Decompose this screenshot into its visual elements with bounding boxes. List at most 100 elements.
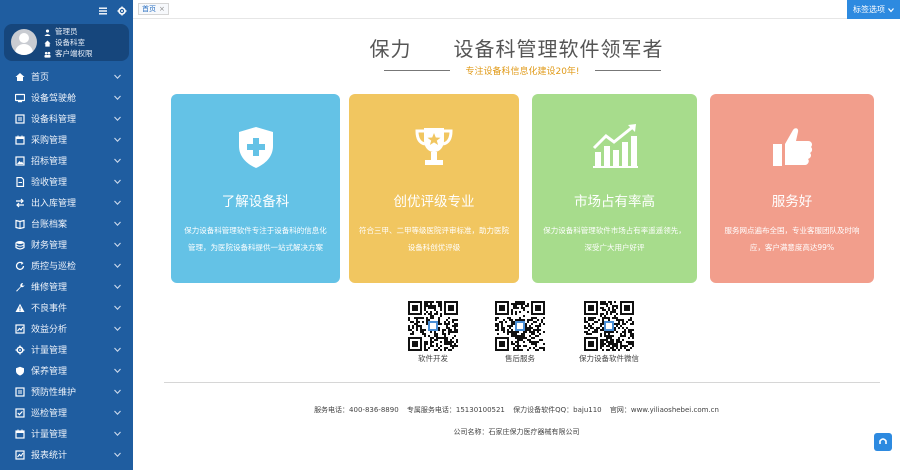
card-description: 符合三甲、二甲等级医院评审标准，助力医院设备科创优评级 xyxy=(359,226,509,252)
sidebar: 管理员 设备科室 客户端权限 首页设备驾驶舱设备科管理采购管理招标管理验收管理出… xyxy=(0,0,133,470)
chevron-down-icon xyxy=(114,368,121,374)
sidebar-item[interactable]: 报表统计 xyxy=(0,444,133,465)
qr-label: 售后服务 xyxy=(505,354,535,363)
sidebar-item-label: 维修管理 xyxy=(31,283,68,293)
sidebar-item[interactable]: 设备科管理 xyxy=(0,108,133,129)
sidebar-item-label: 设备驾驶舱 xyxy=(31,94,77,104)
sidebar-item[interactable]: 维修管理 xyxy=(0,276,133,297)
card-description: 保力设备科管理软件市场占有率遥遥领先，深受广大用户好评 xyxy=(543,226,686,252)
card-rating[interactable]: 创优评级专业 符合三甲、二甲等级医院评审标准，助力医院设备科创优评级 xyxy=(349,94,519,283)
sidebar-item-label: 效益分析 xyxy=(31,325,68,335)
qr-label: 软件开发 xyxy=(418,354,448,363)
card-title: 市场占有率高 xyxy=(574,194,655,210)
chevron-down-icon xyxy=(114,431,121,437)
chevron-down-icon xyxy=(114,137,121,143)
footer-divider xyxy=(164,382,880,383)
sidebar-item[interactable]: 台账档案 xyxy=(0,213,133,234)
chevron-down-icon xyxy=(114,179,121,185)
footer-contact: 服务电话：400-836-8890 专属服务电话：15130100521 保力设… xyxy=(133,405,900,415)
sidebar-item[interactable]: 采购管理 xyxy=(0,129,133,150)
sidebar-item-label: 首页 xyxy=(31,73,50,83)
user-department-row: 设备科室 xyxy=(44,38,85,48)
sidebar-item[interactable]: 设备驾驶舱 xyxy=(0,87,133,108)
sidebar-item[interactable]: 巡检管理 xyxy=(0,402,133,423)
qr-label: 保力设备软件微信 xyxy=(579,354,639,363)
sidebar-item-label: 质控与巡检 xyxy=(31,262,77,272)
chevron-down-icon xyxy=(114,389,121,395)
sidebar-item-label: 台账档案 xyxy=(31,220,68,230)
sidebar-item[interactable]: 财务管理 xyxy=(0,234,133,255)
card-description: 服务网点遍布全国，专业客服团队及时响应，客户满意度高达99% xyxy=(724,226,860,252)
hotline: 专属服务电话：15130100521 xyxy=(406,406,505,414)
sidebar-item-label: 财务管理 xyxy=(31,241,68,251)
sidebar-item[interactable]: 出入库管理 xyxy=(0,192,133,213)
user-name: 管理员 xyxy=(55,27,78,36)
qr-code-image xyxy=(584,301,634,351)
sidebar-item-label: 招标管理 xyxy=(31,157,68,167)
website-link[interactable]: 官网：www.yiliaoshebei.com.cn xyxy=(610,406,719,414)
tab-home-label: 首页 xyxy=(142,5,156,13)
main-content: 保力 设备科管理软件领军者 专注设备科信息化建设20年! 了解设备科 保力设备科… xyxy=(133,19,900,470)
trophy-icon xyxy=(415,128,453,165)
chevron-down-icon xyxy=(114,200,121,206)
sidebar-item[interactable]: 系统 xyxy=(0,465,133,470)
calendar-icon xyxy=(15,429,25,439)
wrench-icon xyxy=(16,282,25,291)
sidebar-item-label: 采购管理 xyxy=(31,136,68,146)
page-title: 保力 设备科管理软件领军者 xyxy=(369,37,664,61)
user-role-row: 客户端权限 xyxy=(44,49,93,59)
warning-icon xyxy=(15,303,25,312)
sidebar-item[interactable]: 质控与巡检 xyxy=(0,255,133,276)
card-about[interactable]: 了解设备科 保力设备科管理软件专注于设备科的信息化管理，为医院设备科提供一站式解… xyxy=(171,94,340,283)
sidebar-item-label: 巡检管理 xyxy=(31,409,68,419)
chevron-down-icon xyxy=(114,116,121,122)
thumbs-up-icon xyxy=(773,128,813,166)
subtitle-divider-left xyxy=(384,70,450,71)
sidebar-item[interactable]: 验收管理 xyxy=(0,171,133,192)
list-icon xyxy=(15,386,25,397)
tab-home[interactable]: 首页 × xyxy=(138,3,169,15)
close-tabs-button[interactable]: 标签选项 xyxy=(847,0,900,19)
card-service[interactable]: 服务好 服务网点遍布全国，专业客服团队及时响应，客户满意度高达99% xyxy=(710,94,874,283)
sidebar-item[interactable]: 计量管理 xyxy=(0,423,133,444)
card-description: 保力设备科管理软件专注于设备科的信息化管理，为医院设备科提供一站式解决方案 xyxy=(184,226,327,252)
card-title: 创优评级专业 xyxy=(393,194,475,210)
chevron-down-icon xyxy=(888,7,894,12)
menu-icon[interactable] xyxy=(98,6,108,16)
close-icon[interactable]: × xyxy=(159,5,165,13)
subtitle-divider-right xyxy=(595,70,661,71)
home-icon xyxy=(44,39,51,47)
sidebar-item[interactable]: 不良事件 xyxy=(0,297,133,318)
list-icon xyxy=(15,113,25,124)
gear-icon xyxy=(15,345,25,354)
chevron-down-icon xyxy=(114,347,121,353)
card-market[interactable]: 市场占有率高 保力设备科管理软件市场占有率遥遥领先，深受广大用户好评 xyxy=(532,94,697,283)
monitor-icon xyxy=(15,93,25,102)
sidebar-item-label: 预防性维护 xyxy=(31,388,77,398)
sidebar-item[interactable]: 计量管理 xyxy=(0,339,133,360)
scroll-top-button[interactable] xyxy=(874,433,892,451)
chevron-down-icon xyxy=(114,95,121,101)
home-icon xyxy=(15,72,25,81)
sidebar-item[interactable]: 效益分析 xyxy=(0,318,133,339)
sidebar-menu: 首页设备驾驶舱设备科管理采购管理招标管理验收管理 出入库管理台账档案财务管理质控与… xyxy=(0,66,133,470)
close-tabs-label: 标签选项 xyxy=(853,5,885,14)
footer-company: 公司名称：石家庄保力医疗器械有限公司 xyxy=(453,428,580,436)
chart-icon xyxy=(15,323,25,334)
arrow-up-icon xyxy=(879,438,887,444)
gear-icon[interactable] xyxy=(117,6,127,16)
avatar[interactable] xyxy=(11,29,37,55)
sidebar-item[interactable]: 招标管理 xyxy=(0,150,133,171)
shield-icon xyxy=(16,366,24,375)
chevron-down-icon xyxy=(114,410,121,416)
chevron-down-icon xyxy=(114,452,121,458)
chart-icon xyxy=(15,449,25,460)
sidebar-item[interactable]: 预防性维护 xyxy=(0,381,133,402)
page-subtitle: 专注设备科信息化建设20年! xyxy=(465,67,580,77)
chevron-down-icon xyxy=(114,305,121,311)
calendar-icon xyxy=(15,135,25,145)
card-title: 服务好 xyxy=(771,194,813,210)
sidebar-item[interactable]: 首页 xyxy=(0,66,133,87)
chevron-down-icon xyxy=(114,158,121,164)
sidebar-item[interactable]: 保养管理 xyxy=(0,360,133,381)
